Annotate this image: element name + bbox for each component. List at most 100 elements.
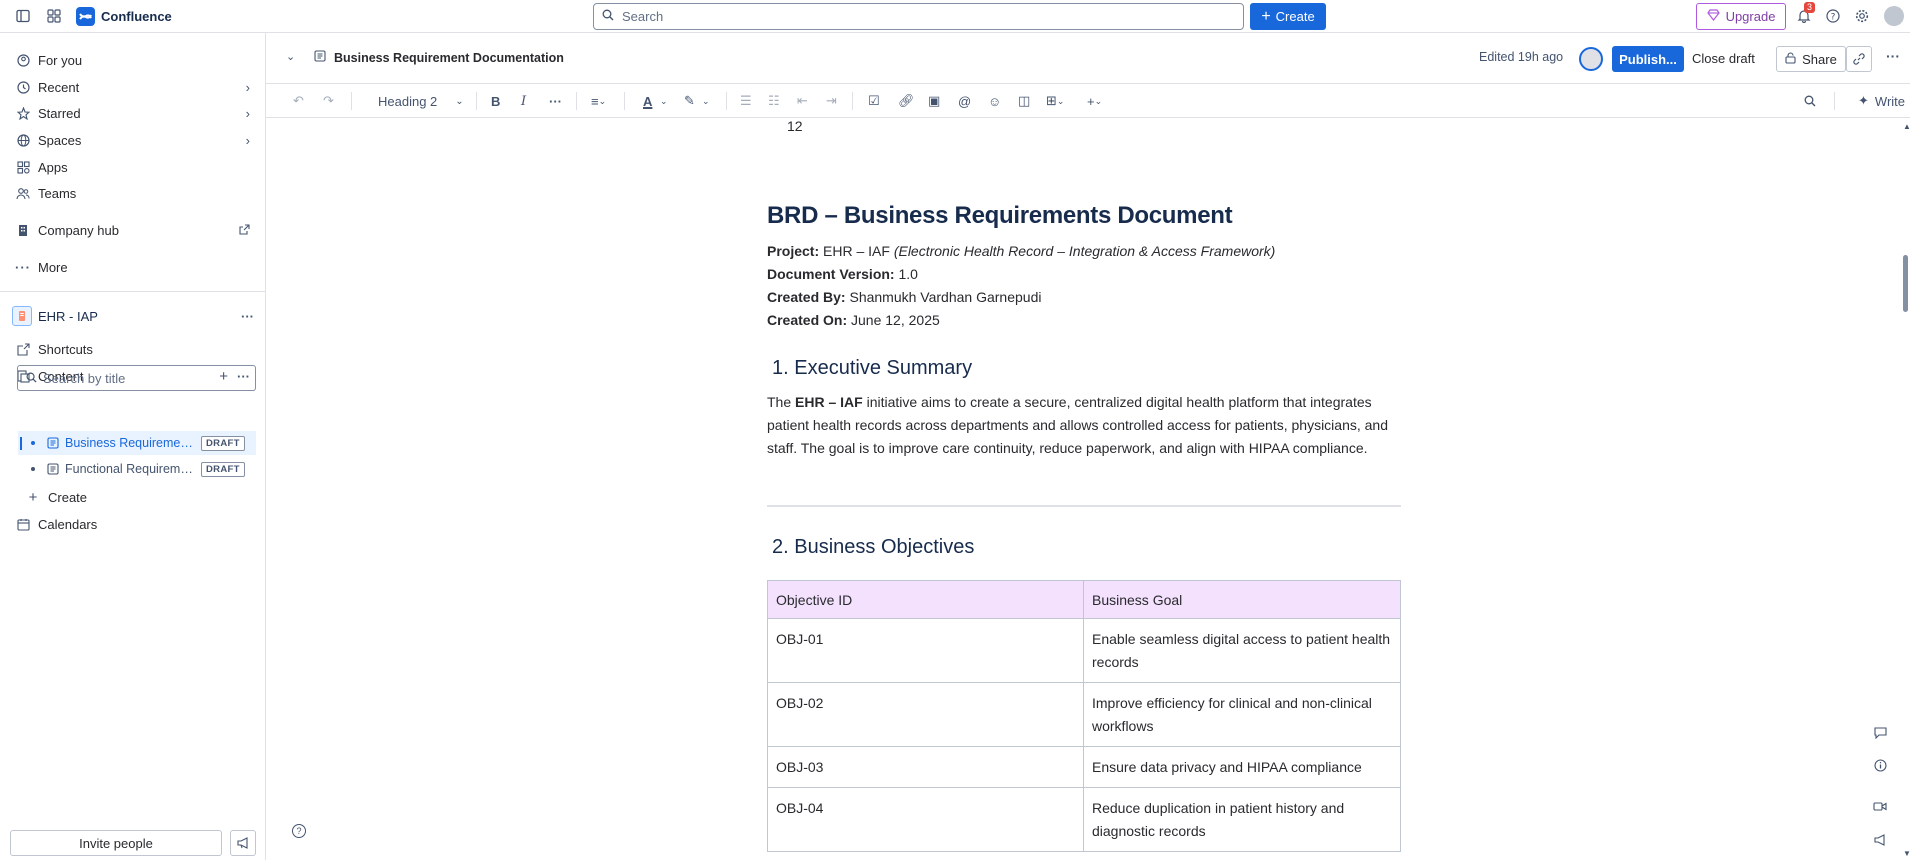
emoji-icon[interactable]: ☺ <box>988 92 1001 110</box>
find-search-icon[interactable] <box>1804 92 1816 110</box>
confluence-logo-icon <box>76 7 95 26</box>
created-by-line[interactable]: Created By: Shanmukh Vardhan Garnepudi <box>767 289 1041 305</box>
publish-button[interactable]: Publish... <box>1612 46 1684 72</box>
sidebar-item-more[interactable]: ··· More <box>15 256 250 278</box>
redo-icon[interactable]: ↷ <box>323 92 334 110</box>
close-draft-button[interactable]: Close draft <box>1692 51 1755 66</box>
space-header[interactable]: EHR - IAP ··· <box>12 304 258 328</box>
table-cell[interactable]: OBJ-01 <box>767 618 1084 683</box>
link-icon[interactable]: 🔗︎ <box>898 92 915 110</box>
mention-icon[interactable]: @ <box>958 92 971 110</box>
table-cell[interactable]: Improve efficiency for clinical and non-… <box>1083 682 1401 747</box>
section-heading-executive-summary[interactable]: 1. Executive Summary <box>772 357 972 380</box>
version-label: Document Version: <box>767 266 895 282</box>
megaphone-icon[interactable] <box>1872 832 1888 848</box>
table-cell[interactable]: OBJ-02 <box>767 682 1084 747</box>
table-cell[interactable]: Enable seamless digital access to patien… <box>1083 618 1401 683</box>
collaborator-avatar[interactable] <box>1579 47 1603 71</box>
sidebar-item-shortcuts[interactable]: Shortcuts <box>16 338 250 360</box>
scroll-up-arrow-icon[interactable]: ▲ <box>1903 122 1910 131</box>
sidebar-item-label: For you <box>38 52 83 68</box>
image-icon[interactable]: ▣ <box>928 92 940 110</box>
info-icon[interactable] <box>1872 757 1888 773</box>
settings-gear-icon[interactable] <box>1854 8 1870 24</box>
created-on-line[interactable]: Created On: June 12, 2025 <box>767 312 940 328</box>
share-button[interactable]: Share <box>1776 46 1846 72</box>
numbered-list-icon[interactable]: ☷ <box>768 92 780 110</box>
document-title[interactable]: BRD – Business Requirements Document <box>767 202 1233 230</box>
copy-link-icon[interactable] <box>1846 46 1872 72</box>
text-color-icon[interactable]: A <box>643 92 652 110</box>
create-page-link[interactable]: + Create <box>26 486 226 508</box>
summary-project-name: EHR – IAF <box>795 394 863 410</box>
insert-plus-icon[interactable]: + ⌄ <box>1087 92 1102 110</box>
scrollbar-thumb[interactable] <box>1903 255 1908 312</box>
indent-icon[interactable]: ⇥ <box>826 92 837 110</box>
highlight-icon[interactable]: ✎ <box>684 92 695 110</box>
table-icon[interactable]: ⊞ ⌄ <box>1046 92 1064 110</box>
app-switcher-icon[interactable] <box>46 8 62 24</box>
layout-columns-icon[interactable]: ◫ <box>1018 92 1030 110</box>
table-cell[interactable]: Ensure data privacy and HIPAA compliance <box>1083 746 1401 788</box>
comment-icon[interactable] <box>1872 725 1888 741</box>
toolbar-divider <box>726 92 727 110</box>
chevron-down-icon[interactable]: ⌄ <box>702 92 710 110</box>
sidebar-item-spaces[interactable]: Spaces › <box>16 129 250 151</box>
confluence-logo[interactable]: Confluence <box>76 7 172 26</box>
invite-people-button[interactable]: Invite people <box>10 830 222 856</box>
search-by-title-input[interactable]: Search by title <box>17 365 256 391</box>
edited-timestamp[interactable]: Edited 19h ago <box>1479 50 1563 64</box>
divider <box>0 291 266 292</box>
sidebar-item-calendars[interactable]: Calendars <box>16 513 250 535</box>
executive-summary-paragraph[interactable]: The EHR – IAF initiative aims to create … <box>767 391 1399 460</box>
scroll-down-arrow-icon[interactable]: ▼ <box>1903 849 1910 858</box>
building-icon <box>16 223 30 237</box>
column-header[interactable]: Objective ID <box>767 580 1084 619</box>
align-dropdown-icon[interactable]: ≡ ⌄ <box>591 92 606 110</box>
more-actions-icon[interactable]: ··· <box>1886 48 1900 64</box>
italic-icon[interactable]: I <box>521 92 526 110</box>
table-cell[interactable]: OBJ-03 <box>767 746 1084 788</box>
project-line[interactable]: Project: EHR – IAF (Electronic Health Re… <box>767 243 1275 259</box>
external-link-icon[interactable] <box>239 223 250 238</box>
chevron-right-icon[interactable]: › <box>246 80 250 95</box>
page-tree-item-functional-requirement[interactable]: Functional Requirement Documentation DRA… <box>18 457 256 481</box>
sidebar-item-recent[interactable]: Recent › <box>16 76 250 98</box>
checkbox-icon[interactable]: ☑ <box>868 92 880 110</box>
sidebar-item-starred[interactable]: Starred › <box>16 102 250 124</box>
upgrade-button[interactable]: Upgrade <box>1696 3 1786 30</box>
chevron-down-icon[interactable]: ⌄ <box>660 92 668 110</box>
profile-avatar[interactable] <box>1884 6 1904 26</box>
text-style-dropdown[interactable]: Heading 2 ⌄ <box>378 92 464 110</box>
help-icon[interactable]: ? <box>1825 8 1841 24</box>
table-cell[interactable]: Reduce duplication in patient history an… <box>1083 787 1401 852</box>
chevron-right-icon[interactable]: › <box>246 133 250 148</box>
toolbar-divider <box>852 92 853 110</box>
space-more-icon[interactable]: ··· <box>241 309 254 324</box>
sidebar-item-apps[interactable]: Apps <box>16 156 250 178</box>
sidebar-item-company-hub[interactable]: Company hub <box>16 219 250 241</box>
undo-icon[interactable]: ↶ <box>293 92 304 110</box>
bold-icon[interactable]: B <box>491 92 500 110</box>
create-button[interactable]: + Create <box>1250 3 1326 30</box>
feedback-megaphone-icon[interactable] <box>230 830 256 856</box>
version-line[interactable]: Document Version: 1.0 <box>767 266 918 282</box>
more-formatting-icon[interactable]: ··· <box>549 92 562 110</box>
help-icon[interactable]: ? <box>292 824 306 838</box>
bullet-list-icon[interactable]: ☰ <box>740 92 752 110</box>
sidebar-toggle-icon[interactable] <box>15 8 31 24</box>
chevron-right-icon[interactable]: › <box>246 106 250 121</box>
chevron-down-icon[interactable]: ⌄ <box>286 50 295 63</box>
sidebar-item-for-you[interactable]: For you <box>16 49 250 71</box>
column-header[interactable]: Business Goal <box>1083 580 1401 619</box>
page-tree-item-business-requirement[interactable]: Business Requirement Documentation DRAFT <box>18 431 256 455</box>
table-cell[interactable]: OBJ-04 <box>767 787 1084 852</box>
sidebar-item-teams[interactable]: Teams <box>16 182 250 204</box>
section-heading-business-objectives[interactable]: 2. Business Objectives <box>772 536 974 559</box>
outdent-icon[interactable]: ⇤ <box>797 92 808 110</box>
business-objectives-table[interactable]: Objective ID Business Goal OBJ-01 Enable… <box>767 580 1401 852</box>
page-breadcrumb-title[interactable]: Business Requirement Documentation <box>314 50 564 65</box>
search-input[interactable]: Search <box>593 3 1244 30</box>
ai-write-button[interactable]: ✦ Write <box>1858 92 1905 110</box>
video-icon[interactable] <box>1872 798 1888 814</box>
